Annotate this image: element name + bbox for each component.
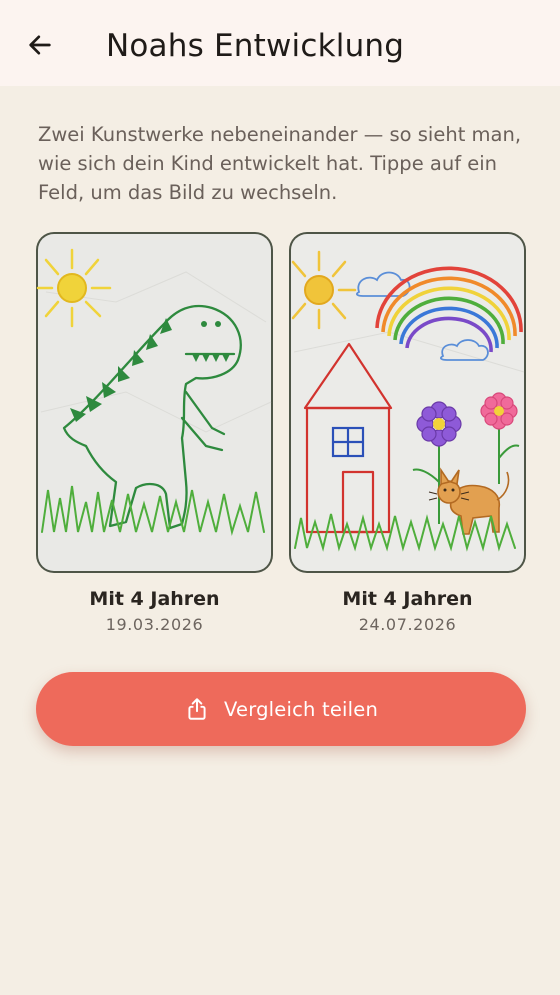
intro-text: Zwei Kunstwerke nebeneinander — so sieht… — [38, 123, 522, 204]
page-title: Noahs Entwicklung — [106, 28, 405, 64]
artwork-card-right[interactable] — [289, 232, 526, 573]
back-button[interactable] — [22, 27, 58, 63]
age-label: Mit 4 Jahren — [342, 588, 473, 610]
artwork-caption-right: Mit 4 Jahren 24.07.2026 — [289, 586, 526, 638]
artwork-caption-left: Mit 4 Jahren 19.03.2026 — [36, 586, 273, 638]
arrow-left-icon — [26, 31, 54, 59]
age-label: Mit 4 Jahren — [89, 588, 220, 610]
app-bar: Noahs Entwicklung — [0, 0, 560, 86]
artwork-card-left[interactable] — [36, 232, 273, 573]
house-rainbow-cat-drawing — [291, 234, 525, 571]
artwork-date: 24.07.2026 — [358, 615, 457, 634]
artwork-date: 19.03.2026 — [105, 615, 204, 634]
share-button-label: Vergleich teilen — [223, 697, 379, 721]
dinosaur-drawing — [36, 234, 272, 571]
share-icon — [184, 696, 210, 722]
share-comparison-button[interactable]: Vergleich teilen — [36, 672, 526, 746]
